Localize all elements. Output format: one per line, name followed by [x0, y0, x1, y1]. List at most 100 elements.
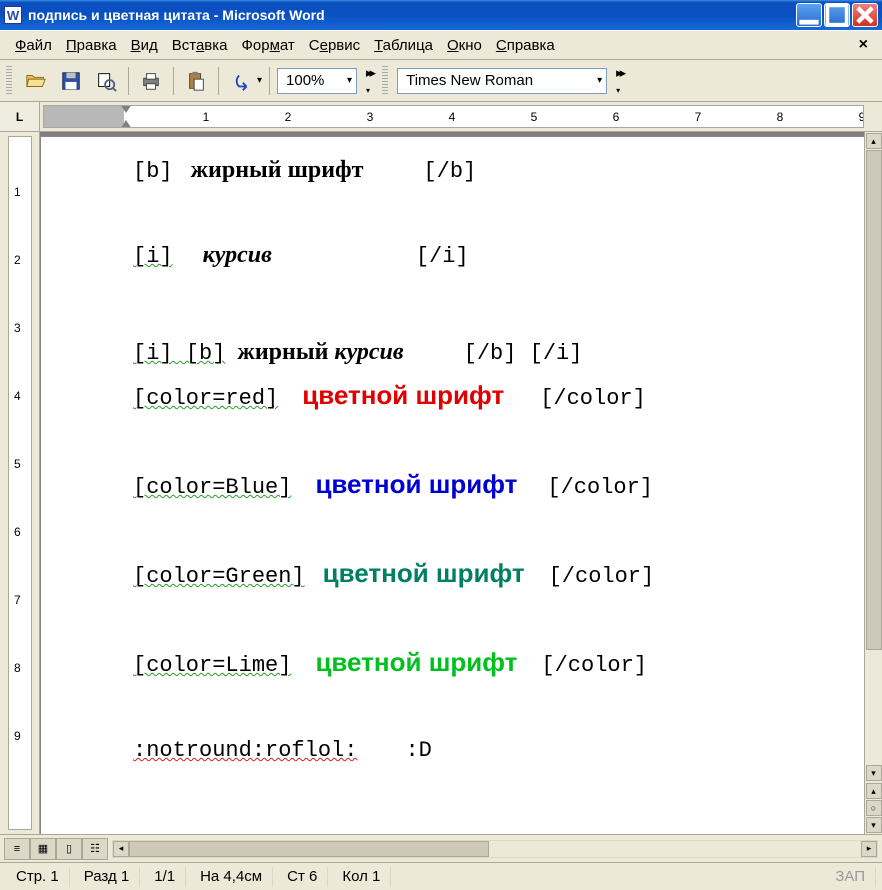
bbcode-tag: [/i] [416, 244, 469, 269]
bbcode-tag: [i] [b] [133, 341, 225, 366]
prev-page-button[interactable]: ▴ [866, 783, 882, 799]
horizontal-scrollbar[interactable]: ◂ ▸ [112, 840, 878, 858]
maximize-icon [825, 3, 849, 27]
scroll-thumb[interactable] [866, 150, 882, 650]
close-button[interactable] [852, 3, 878, 27]
zoom-value: 100% [286, 72, 324, 89]
ruler-tick: 6 [613, 110, 620, 124]
undo-dropdown[interactable]: ▾ [257, 75, 262, 86]
menu-format[interactable]: Формат [234, 34, 301, 57]
bbcode-tag: [color=Green] [133, 564, 305, 589]
scroll-right-button[interactable]: ▸ [861, 841, 877, 857]
floppy-icon [60, 70, 82, 92]
bbcode-tag: [/color] [541, 653, 647, 678]
print-button[interactable] [136, 66, 166, 96]
view-buttons: ≡ ▦ ▯ ☷ [4, 838, 108, 860]
main-area: 1 2 3 4 5 6 7 8 9 [b] жирный шрифт [/b] … [0, 132, 882, 834]
text-colored: цветной шрифт [323, 558, 525, 588]
text-colored: цветной шрифт [315, 469, 517, 499]
menu-file-label: Файлайл [26, 37, 51, 54]
bbcode-tag: [/b] [/i] [464, 341, 583, 366]
menu-window[interactable]: Окно [440, 34, 489, 57]
titlebar: W подпись и цветная цитата - Microsoft W… [0, 0, 882, 30]
print-layout-button[interactable]: ▯ [56, 838, 82, 860]
menu-view[interactable]: Вид [124, 34, 165, 57]
scroll-track[interactable] [129, 841, 861, 857]
first-line-indent-marker[interactable] [120, 105, 132, 113]
undo-button[interactable] [226, 66, 256, 96]
tab-selector[interactable]: L [0, 102, 40, 131]
menu-tools[interactable]: Сервис [302, 34, 367, 57]
bbcode-tag: [color=Blue] [133, 475, 291, 500]
open-button[interactable] [21, 66, 51, 96]
menu-insert[interactable]: Вставка [165, 34, 235, 57]
normal-view-button[interactable]: ≡ [4, 838, 30, 860]
document-area[interactable]: [b] жирный шрифт [/b] [i] курсив [/i] [i… [40, 132, 882, 834]
toolbar-overflow[interactable]: ▸▸▾ [362, 65, 377, 96]
ruler-tick: 8 [14, 661, 21, 675]
scroll-left-button[interactable]: ◂ [113, 841, 129, 857]
ruler-tick: 9 [14, 729, 21, 743]
zoom-combo[interactable]: 100% ▾ [277, 68, 357, 94]
bbcode-tag: [color=Lime] [133, 653, 291, 678]
statusbar: Стр. 1 Разд 1 1/1 На 4,4см Ст 6 Кол 1 ЗА… [0, 862, 882, 890]
toolbar-grip[interactable] [382, 66, 388, 96]
outline-view-button[interactable]: ☷ [82, 838, 108, 860]
scroll-up-button[interactable]: ▴ [866, 133, 882, 149]
text-colored: цветной шрифт [315, 647, 517, 677]
emoticon-text: :D [405, 738, 431, 763]
toolbar-overflow[interactable]: ▸▸▾ [612, 65, 627, 96]
toolbar-separator [218, 67, 219, 95]
document-close-button[interactable]: × [853, 36, 874, 54]
ruler-tick: 1 [203, 110, 210, 124]
font-combo[interactable]: Times New Roman ▾ [397, 68, 607, 94]
status-page: Стр. 1 [6, 867, 70, 887]
page[interactable]: [b] жирный шрифт [/b] [i] курсив [/i] [i… [40, 136, 882, 834]
ruler-tick: 7 [14, 593, 21, 607]
status-rec[interactable]: ЗАП [825, 867, 876, 887]
chevron-down-icon: ▾ [347, 75, 352, 86]
status-line: Ст 6 [277, 867, 328, 887]
doc-line: [i] курсив [/i] [133, 242, 882, 269]
toolbar-separator [269, 67, 270, 95]
ruler-tick: 3 [14, 321, 21, 335]
scroll-down-button[interactable]: ▾ [866, 765, 882, 781]
horizontal-ruler[interactable]: 1 2 3 4 5 6 7 8 9 [43, 105, 864, 128]
vertical-ruler[interactable]: 1 2 3 4 5 6 7 8 9 [0, 132, 40, 834]
ruler-tick: 3 [367, 110, 374, 124]
scroll-thumb[interactable] [129, 841, 489, 857]
hanging-indent-marker[interactable] [120, 120, 132, 128]
word-app-icon: W [4, 6, 22, 24]
ruler-area: L 1 2 3 4 5 6 7 8 9 [0, 102, 882, 132]
toolbar-grip[interactable] [6, 66, 12, 96]
minimize-button[interactable] [796, 3, 822, 27]
doc-line: :notround:roflol: :D [133, 736, 882, 763]
vertical-scrollbar[interactable]: ▴ ▾ ▴ ○ ▾ [864, 132, 882, 834]
menu-edit[interactable]: Правка [59, 34, 124, 57]
text-italic: курсив [203, 242, 272, 268]
menu-file[interactable]: ФФайлайл [8, 34, 59, 57]
menu-help[interactable]: Справка [489, 34, 562, 57]
menu-table[interactable]: Таблица [367, 34, 440, 57]
paste-button[interactable] [181, 66, 211, 96]
ruler-tick: 6 [14, 525, 21, 539]
toolbar-separator [128, 67, 129, 95]
doc-line: [b] жирный шрифт [/b] [133, 157, 882, 184]
ruler-tick: 4 [14, 389, 21, 403]
bbcode-tag: [color=red] [133, 386, 278, 411]
web-view-button[interactable]: ▦ [30, 838, 56, 860]
print-preview-icon [95, 70, 117, 92]
ruler-tick: 5 [14, 457, 21, 471]
text-bold: жирный шрифт [191, 157, 364, 183]
next-page-button[interactable]: ▾ [866, 817, 882, 833]
ruler-tick: 2 [14, 253, 21, 267]
undo-icon [230, 70, 252, 92]
text-colored: цветной шрифт [302, 380, 504, 410]
toolbar-separator [173, 67, 174, 95]
folder-open-icon [25, 70, 47, 92]
save-button[interactable] [56, 66, 86, 96]
print-preview-button[interactable] [91, 66, 121, 96]
maximize-button[interactable] [824, 3, 850, 27]
close-icon [853, 3, 877, 27]
browse-object-button[interactable]: ○ [866, 800, 882, 816]
